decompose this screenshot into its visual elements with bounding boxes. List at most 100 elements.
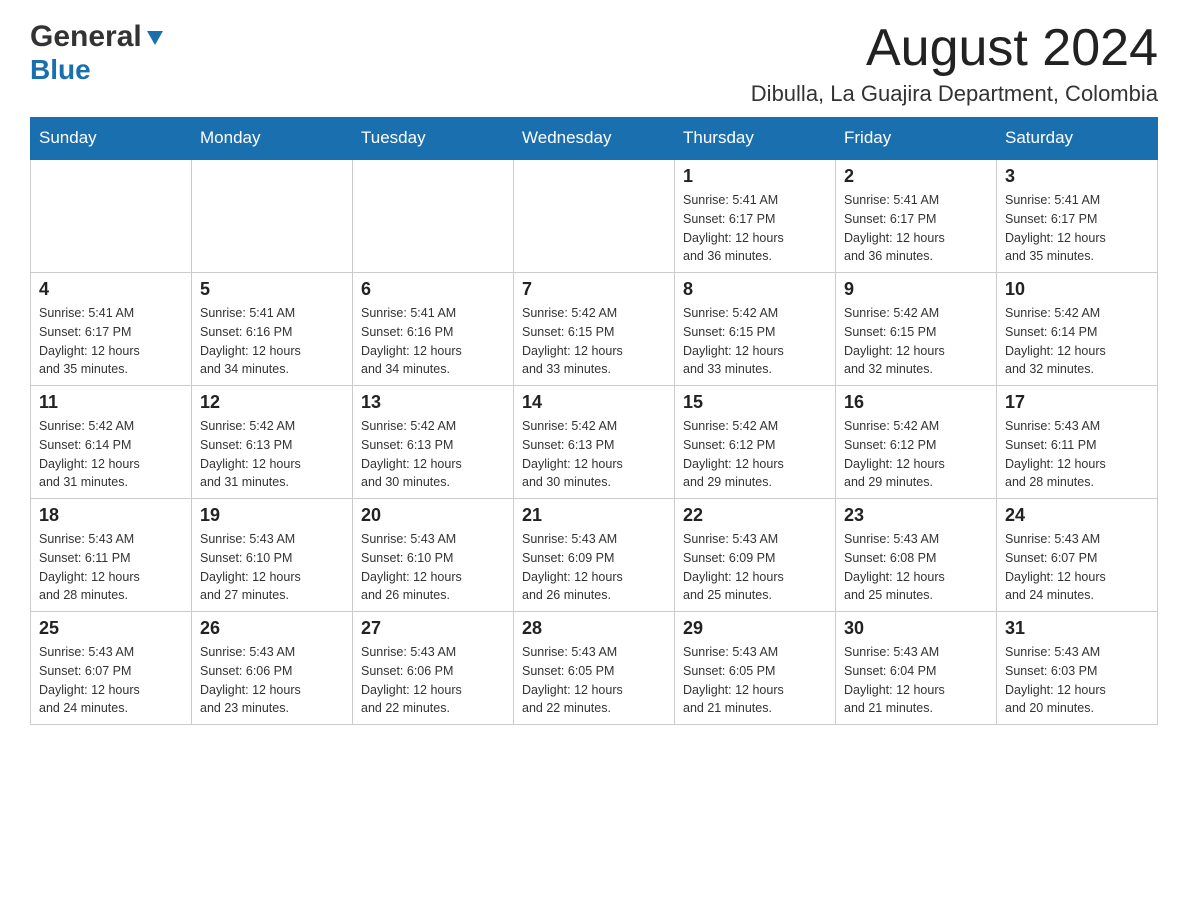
header-tuesday: Tuesday (353, 118, 514, 160)
day-info: Sunrise: 5:43 AM Sunset: 6:03 PM Dayligh… (1005, 643, 1149, 718)
calendar-cell: 26 Sunrise: 5:43 AM Sunset: 6:06 PM Dayli… (192, 612, 353, 725)
header-friday: Friday (836, 118, 997, 160)
calendar-header: Sunday Monday Tuesday Wednesday Thursday… (31, 118, 1158, 160)
month-year-heading: August 2024 (751, 20, 1158, 77)
day-number: 21 (522, 505, 666, 526)
day-info: Sunrise: 5:41 AM Sunset: 6:16 PM Dayligh… (200, 304, 344, 379)
calendar-cell: 12Sunrise: 5:42 AM Sunset: 6:13 PM Dayli… (192, 386, 353, 499)
day-number: 24 (1005, 505, 1149, 526)
day-info: Sunrise: 5:43 AM Sunset: 6:08 PM Dayligh… (844, 530, 988, 605)
calendar-cell: 27Sunrise: 5:43 AM Sunset: 6:06 PM Dayli… (353, 612, 514, 725)
calendar-cell: 24Sunrise: 5:43 AM Sunset: 6:07 PM Dayli… (997, 499, 1158, 612)
calendar-cell: 9Sunrise: 5:42 AM Sunset: 6:15 PM Daylig… (836, 273, 997, 386)
day-info: Sunrise: 5:43 AM Sunset: 6:05 PM Dayligh… (683, 643, 827, 718)
calendar-cell: 10Sunrise: 5:42 AM Sunset: 6:14 PM Dayli… (997, 273, 1158, 386)
day-info: Sunrise: 5:42 AM Sunset: 6:12 PM Dayligh… (844, 417, 988, 492)
calendar-cell (192, 159, 353, 273)
day-number: 6 (361, 279, 505, 300)
calendar-cell: 22 Sunrise: 5:43 AM Sunset: 6:09 PM Dayli… (675, 499, 836, 612)
logo-general-text: General (30, 20, 142, 54)
logo-arrow-icon (144, 27, 166, 49)
day-number: 20 (361, 505, 505, 526)
page-header: General Blue August 2024 Dibulla, La Gua… (30, 20, 1158, 107)
day-info: Sunrise: 5:41 AM Sunset: 6:17 PM Dayligh… (683, 191, 827, 266)
calendar-cell: 28 Sunrise: 5:43 AM Sunset: 6:05 PM Dayli… (514, 612, 675, 725)
day-number: 1 (683, 166, 827, 187)
day-info: Sunrise: 5:43 AM Sunset: 6:05 PM Dayligh… (522, 643, 666, 718)
day-number: 17 (1005, 392, 1149, 413)
calendar-cell: 14 Sunrise: 5:42 AM Sunset: 6:13 PM Dayli… (514, 386, 675, 499)
calendar-row: 1 Sunrise: 5:41 AM Sunset: 6:17 PM Daylig… (31, 159, 1158, 273)
day-info: Sunrise: 5:43 AM Sunset: 6:06 PM Dayligh… (200, 643, 344, 718)
calendar-cell: 8Sunrise: 5:42 AM Sunset: 6:15 PM Daylig… (675, 273, 836, 386)
day-number: 2 (844, 166, 988, 187)
day-info: Sunrise: 5:43 AM Sunset: 6:07 PM Dayligh… (39, 643, 183, 718)
day-info: Sunrise: 5:41 AM Sunset: 6:17 PM Dayligh… (844, 191, 988, 266)
calendar-cell: 20 Sunrise: 5:43 AM Sunset: 6:10 PM Dayli… (353, 499, 514, 612)
day-info: Sunrise: 5:42 AM Sunset: 6:15 PM Dayligh… (844, 304, 988, 379)
day-info: Sunrise: 5:43 AM Sunset: 6:09 PM Dayligh… (683, 530, 827, 605)
calendar-cell: 13 Sunrise: 5:42 AM Sunset: 6:13 PM Dayli… (353, 386, 514, 499)
day-number: 12 (200, 392, 344, 413)
day-number: 5 (200, 279, 344, 300)
day-info: Sunrise: 5:41 AM Sunset: 6:17 PM Dayligh… (1005, 191, 1149, 266)
calendar-row: 25Sunrise: 5:43 AM Sunset: 6:07 PM Dayli… (31, 612, 1158, 725)
calendar-body: 1 Sunrise: 5:41 AM Sunset: 6:17 PM Daylig… (31, 159, 1158, 725)
calendar-cell: 16 Sunrise: 5:42 AM Sunset: 6:12 PM Dayli… (836, 386, 997, 499)
day-number: 16 (844, 392, 988, 413)
day-info: Sunrise: 5:43 AM Sunset: 6:11 PM Dayligh… (39, 530, 183, 605)
calendar-cell (353, 159, 514, 273)
header-saturday: Saturday (997, 118, 1158, 160)
calendar-cell: 25Sunrise: 5:43 AM Sunset: 6:07 PM Dayli… (31, 612, 192, 725)
day-info: Sunrise: 5:41 AM Sunset: 6:17 PM Dayligh… (39, 304, 183, 379)
day-number: 22 (683, 505, 827, 526)
day-info: Sunrise: 5:42 AM Sunset: 6:13 PM Dayligh… (361, 417, 505, 492)
calendar-cell: 2 Sunrise: 5:41 AM Sunset: 6:17 PM Daylig… (836, 159, 997, 273)
day-number: 3 (1005, 166, 1149, 187)
calendar-table: Sunday Monday Tuesday Wednesday Thursday… (30, 117, 1158, 725)
day-number: 14 (522, 392, 666, 413)
calendar-cell: 11 Sunrise: 5:42 AM Sunset: 6:14 PM Dayli… (31, 386, 192, 499)
location-text: Dibulla, La Guajira Department, Colombia (751, 81, 1158, 107)
day-info: Sunrise: 5:43 AM Sunset: 6:10 PM Dayligh… (361, 530, 505, 605)
calendar-cell (31, 159, 192, 273)
calendar-row: 11 Sunrise: 5:42 AM Sunset: 6:14 PM Dayli… (31, 386, 1158, 499)
calendar-cell: 23 Sunrise: 5:43 AM Sunset: 6:08 PM Dayli… (836, 499, 997, 612)
day-number: 19 (200, 505, 344, 526)
calendar-cell: 31 Sunrise: 5:43 AM Sunset: 6:03 PM Dayli… (997, 612, 1158, 725)
calendar-cell: 4 Sunrise: 5:41 AM Sunset: 6:17 PM Daylig… (31, 273, 192, 386)
calendar-cell (514, 159, 675, 273)
weekday-header-row: Sunday Monday Tuesday Wednesday Thursday… (31, 118, 1158, 160)
day-info: Sunrise: 5:42 AM Sunset: 6:12 PM Dayligh… (683, 417, 827, 492)
calendar-cell: 21 Sunrise: 5:43 AM Sunset: 6:09 PM Dayli… (514, 499, 675, 612)
calendar-cell: 30 Sunrise: 5:43 AM Sunset: 6:04 PM Dayli… (836, 612, 997, 725)
day-info: Sunrise: 5:42 AM Sunset: 6:14 PM Dayligh… (39, 417, 183, 492)
header-monday: Monday (192, 118, 353, 160)
day-number: 8 (683, 279, 827, 300)
calendar-cell: 29Sunrise: 5:43 AM Sunset: 6:05 PM Dayli… (675, 612, 836, 725)
calendar-cell: 18 Sunrise: 5:43 AM Sunset: 6:11 PM Dayli… (31, 499, 192, 612)
calendar-cell: 17Sunrise: 5:43 AM Sunset: 6:11 PM Dayli… (997, 386, 1158, 499)
day-info: Sunrise: 5:42 AM Sunset: 6:13 PM Dayligh… (522, 417, 666, 492)
calendar-cell: 5 Sunrise: 5:41 AM Sunset: 6:16 PM Daylig… (192, 273, 353, 386)
calendar-cell: 19 Sunrise: 5:43 AM Sunset: 6:10 PM Dayli… (192, 499, 353, 612)
header-thursday: Thursday (675, 118, 836, 160)
header-sunday: Sunday (31, 118, 192, 160)
day-number: 11 (39, 392, 183, 413)
day-number: 13 (361, 392, 505, 413)
day-number: 4 (39, 279, 183, 300)
day-number: 15 (683, 392, 827, 413)
day-number: 31 (1005, 618, 1149, 639)
day-info: Sunrise: 5:42 AM Sunset: 6:15 PM Dayligh… (522, 304, 666, 379)
day-number: 26 (200, 618, 344, 639)
day-info: Sunrise: 5:43 AM Sunset: 6:04 PM Dayligh… (844, 643, 988, 718)
day-info: Sunrise: 5:43 AM Sunset: 6:10 PM Dayligh… (200, 530, 344, 605)
day-number: 30 (844, 618, 988, 639)
logo-blue-text: Blue (30, 54, 91, 86)
day-info: Sunrise: 5:43 AM Sunset: 6:09 PM Dayligh… (522, 530, 666, 605)
day-number: 23 (844, 505, 988, 526)
calendar-cell: 3 Sunrise: 5:41 AM Sunset: 6:17 PM Daylig… (997, 159, 1158, 273)
day-number: 7 (522, 279, 666, 300)
day-number: 28 (522, 618, 666, 639)
day-number: 18 (39, 505, 183, 526)
